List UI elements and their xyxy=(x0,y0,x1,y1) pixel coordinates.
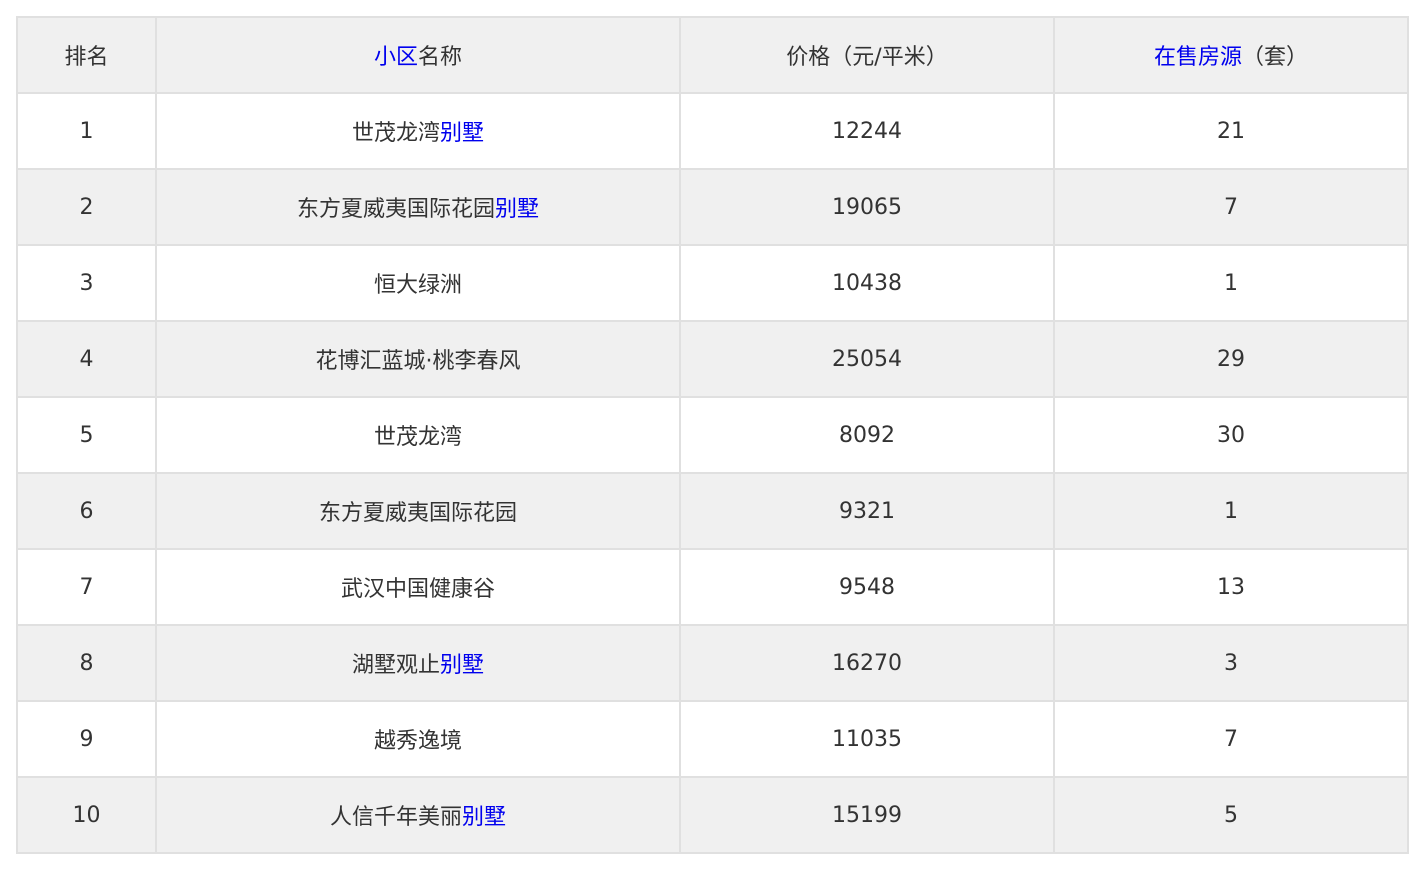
price-cell: 15199 xyxy=(679,776,1055,854)
listings-count-cell: 3 xyxy=(1053,624,1409,702)
community-name: 花博汇蓝城·桃李春风 xyxy=(315,349,521,374)
rank-cell: 3 xyxy=(16,244,157,322)
community-name-cell: 世茂龙湾 xyxy=(155,396,681,474)
table-row: 2 东方夏威夷国际花园别墅 19065 7 xyxy=(16,168,1409,246)
price-cell: 8092 xyxy=(679,396,1055,474)
community-name-cell: 湖墅观止别墅 xyxy=(155,624,681,702)
header-listings-link[interactable]: 在售房源 xyxy=(1154,45,1242,70)
community-name: 武汉中国健康谷 xyxy=(340,577,495,602)
listings-count-cell: 13 xyxy=(1053,548,1409,626)
header-listings: 在售房源（套） xyxy=(1053,16,1409,94)
price-cell: 25054 xyxy=(679,320,1055,398)
price-cell: 10438 xyxy=(679,244,1055,322)
community-name-cell: 恒大绿洲 xyxy=(155,244,681,322)
community-name-cell: 人信千年美丽别墅 xyxy=(155,776,681,854)
community-name: 湖墅观止 xyxy=(351,653,440,678)
villa-link[interactable]: 别墅 xyxy=(440,121,484,146)
community-name: 世茂龙湾 xyxy=(373,425,462,450)
price-cell: 11035 xyxy=(679,700,1055,778)
price-cell: 12244 xyxy=(679,92,1055,170)
community-name-cell: 武汉中国健康谷 xyxy=(155,548,681,626)
villa-link[interactable]: 别墅 xyxy=(495,197,539,222)
community-name: 人信千年美丽 xyxy=(329,805,462,830)
listings-count-cell: 1 xyxy=(1053,244,1409,322)
listings-count-cell: 5 xyxy=(1053,776,1409,854)
table-row: 10 人信千年美丽别墅 15199 5 xyxy=(16,776,1409,854)
header-community-suffix: 名称 xyxy=(418,45,463,70)
community-name-cell: 东方夏威夷国际花园别墅 xyxy=(155,168,681,246)
listings-count-cell: 1 xyxy=(1053,472,1409,550)
rank-cell: 6 xyxy=(16,472,157,550)
table-row: 5 世茂龙湾 8092 30 xyxy=(16,396,1409,474)
price-cell: 16270 xyxy=(679,624,1055,702)
villa-link[interactable]: 别墅 xyxy=(440,653,484,678)
listings-count-cell: 30 xyxy=(1053,396,1409,474)
header-rank-label: 排名 xyxy=(64,45,109,70)
table-row: 9 越秀逸境 11035 7 xyxy=(16,700,1409,778)
rank-cell: 10 xyxy=(16,776,157,854)
listings-count-cell: 7 xyxy=(1053,700,1409,778)
table-row: 6 东方夏威夷国际花园 9321 1 xyxy=(16,472,1409,550)
rank-cell: 5 xyxy=(16,396,157,474)
table-row: 1 世茂龙湾别墅 12244 21 xyxy=(16,92,1409,170)
community-name-cell: 东方夏威夷国际花园 xyxy=(155,472,681,550)
community-name: 东方夏威夷国际花园 xyxy=(318,501,517,526)
community-name: 越秀逸境 xyxy=(373,729,462,754)
rank-cell: 9 xyxy=(16,700,157,778)
ranking-table-container: 排名 小区名称 价格（元/平米） 在售房源（套） 1 世茂龙湾别墅 12244 21 2… xyxy=(16,16,1409,854)
header-price: 价格（元/平米） xyxy=(679,16,1055,94)
header-community-link[interactable]: 小区 xyxy=(374,45,418,70)
price-cell: 9321 xyxy=(679,472,1055,550)
listings-count-cell: 21 xyxy=(1053,92,1409,170)
rank-cell: 7 xyxy=(16,548,157,626)
table-header-row: 排名 小区名称 价格（元/平米） 在售房源（套） xyxy=(16,16,1409,94)
listings-count-cell: 29 xyxy=(1053,320,1409,398)
villa-link[interactable]: 别墅 xyxy=(462,805,506,830)
listings-count-cell: 7 xyxy=(1053,168,1409,246)
table-row: 4 花博汇蓝城·桃李春风 25054 29 xyxy=(16,320,1409,398)
community-name: 世茂龙湾 xyxy=(351,121,440,146)
header-listings-suffix: （套） xyxy=(1242,45,1309,70)
community-name-cell: 世茂龙湾别墅 xyxy=(155,92,681,170)
header-community-name: 小区名称 xyxy=(155,16,681,94)
rank-cell: 2 xyxy=(16,168,157,246)
table-row: 8 湖墅观止别墅 16270 3 xyxy=(16,624,1409,702)
price-cell: 9548 xyxy=(679,548,1055,626)
community-name-cell: 越秀逸境 xyxy=(155,700,681,778)
rank-cell: 4 xyxy=(16,320,157,398)
price-cell: 19065 xyxy=(679,168,1055,246)
community-name: 东方夏威夷国际花园 xyxy=(296,197,495,222)
rank-cell: 8 xyxy=(16,624,157,702)
rank-cell: 1 xyxy=(16,92,157,170)
community-name-cell: 花博汇蓝城·桃李春风 xyxy=(155,320,681,398)
table-row: 3 恒大绿洲 10438 1 xyxy=(16,244,1409,322)
header-price-label: 价格（元/平米） xyxy=(786,45,948,70)
community-name: 恒大绿洲 xyxy=(373,273,462,298)
table-row: 7 武汉中国健康谷 9548 13 xyxy=(16,548,1409,626)
ranking-table: 排名 小区名称 价格（元/平米） 在售房源（套） 1 世茂龙湾别墅 12244 21 2… xyxy=(16,16,1409,854)
header-rank: 排名 xyxy=(16,16,157,94)
